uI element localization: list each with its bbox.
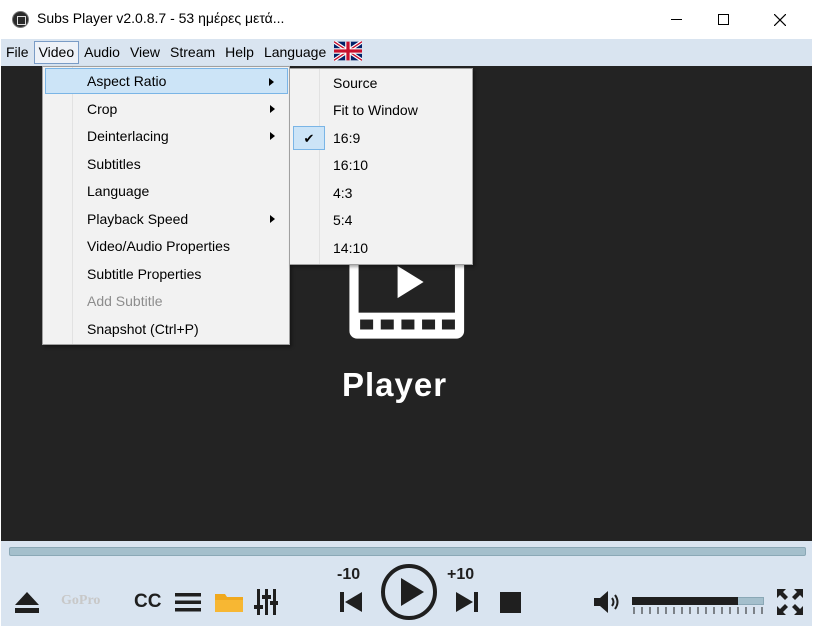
menu-language-label: Language	[263, 44, 327, 60]
submenu-arrow-icon	[269, 78, 274, 86]
uk-flag-icon	[334, 41, 363, 62]
play-button[interactable]	[380, 563, 438, 621]
stop-button[interactable]	[500, 592, 521, 613]
title-bar: Subs Player v2.0.8.7 - 53 ημέρες μετά...	[0, 0, 813, 39]
minimize-button[interactable]	[653, 0, 699, 39]
volume-ticks	[633, 607, 763, 614]
menu-view[interactable]: View	[125, 41, 165, 64]
skip-forward-icon	[456, 592, 478, 612]
menu-item-label: Deinterlacing	[87, 128, 169, 144]
menu-language[interactable]: Language	[259, 41, 367, 64]
fullscreen-icon	[777, 589, 803, 615]
menu-item-label: Playback Speed	[87, 211, 189, 227]
menu-video[interactable]: Video	[33, 41, 80, 64]
aspect-16-9[interactable]: ✔ 16:9	[292, 125, 471, 152]
menu-help[interactable]: Help	[220, 41, 259, 64]
volume-fill	[632, 597, 738, 605]
submenu-arrow-icon	[270, 105, 275, 113]
skip-back-label: -10	[337, 566, 361, 583]
eject-icon	[15, 592, 39, 613]
volume-slider[interactable]	[632, 593, 764, 615]
submenu-arrow-icon	[270, 132, 275, 140]
menu-item-subtitles[interactable]: Subtitles	[45, 151, 288, 177]
folder-icon	[215, 594, 243, 612]
menu-file[interactable]: File	[1, 41, 34, 64]
submenu-arrow-icon	[270, 215, 275, 223]
open-file-button[interactable]	[214, 591, 244, 613]
equalizer-icon	[254, 589, 278, 615]
eject-button[interactable]	[13, 589, 41, 615]
skip-back-button[interactable]	[339, 591, 365, 613]
gopro-button[interactable]: GoPro	[61, 593, 100, 609]
skip-forward-label: +10	[447, 566, 475, 583]
close-button[interactable]	[757, 0, 803, 39]
hamburger-icon	[175, 593, 201, 612]
aspect-5-4[interactable]: 5:4	[292, 207, 471, 234]
window-title: Subs Player v2.0.8.7 - 53 ημέρες μετά...	[37, 10, 285, 26]
closed-captions-button[interactable]: CC	[134, 591, 161, 613]
aspect-4-3[interactable]: 4:3	[292, 180, 471, 207]
menu-bar: File Video Audio View Stream Help Langua…	[1, 39, 812, 66]
menu-item-playback-speed[interactable]: Playback Speed	[45, 206, 288, 232]
menu-item-aspect-ratio[interactable]: Aspect Ratio	[45, 68, 288, 94]
aspect-source[interactable]: Source	[292, 70, 471, 97]
play-icon	[381, 564, 437, 620]
menu-item-add-subtitle: Add Subtitle	[87, 293, 163, 309]
menu-audio[interactable]: Audio	[79, 41, 125, 64]
video-menu: Aspect Ratio Crop Deinterlacing Subtitle…	[42, 66, 290, 345]
minimize-icon	[670, 19, 682, 20]
app-icon	[12, 11, 29, 28]
aspect-16-10[interactable]: 16:10	[292, 152, 471, 179]
aspect-label: 16:9	[333, 130, 361, 146]
aspect-fit-to-window[interactable]: Fit to Window	[292, 97, 471, 124]
menu-item-language[interactable]: Language	[45, 178, 288, 204]
menu-item-deinterlacing[interactable]: Deinterlacing	[45, 123, 288, 149]
playlist-button[interactable]	[175, 591, 201, 613]
logo-text: Player	[342, 366, 448, 403]
aspect-14-10[interactable]: 14:10	[292, 235, 471, 262]
menu-item-video-audio-properties[interactable]: Video/Audio Properties	[45, 233, 288, 259]
maximize-button[interactable]	[700, 0, 746, 39]
menu-item-label: Crop	[87, 101, 118, 117]
equalizer-button[interactable]	[254, 588, 278, 616]
close-icon	[774, 13, 786, 26]
menu-item-snapshot[interactable]: Snapshot (Ctrl+P)	[45, 316, 288, 342]
fullscreen-button[interactable]	[776, 588, 804, 616]
menu-item-label: Aspect Ratio	[87, 73, 167, 89]
skip-forward-button[interactable]	[453, 591, 479, 613]
check-icon: ✔	[293, 126, 325, 150]
control-panel: GoPro CC -10 +10	[1, 541, 812, 626]
speaker-icon	[594, 591, 619, 613]
menu-stream[interactable]: Stream	[165, 41, 220, 64]
mute-button[interactable]	[593, 589, 623, 615]
menu-item-subtitle-properties[interactable]: Subtitle Properties	[45, 261, 288, 287]
maximize-icon	[717, 14, 729, 25]
aspect-ratio-submenu: Source Fit to Window ✔ 16:9 16:10 4:3 5:…	[289, 68, 473, 265]
menu-item-crop[interactable]: Crop	[45, 96, 288, 122]
skip-back-icon	[340, 592, 362, 612]
seek-bar[interactable]	[9, 547, 806, 556]
